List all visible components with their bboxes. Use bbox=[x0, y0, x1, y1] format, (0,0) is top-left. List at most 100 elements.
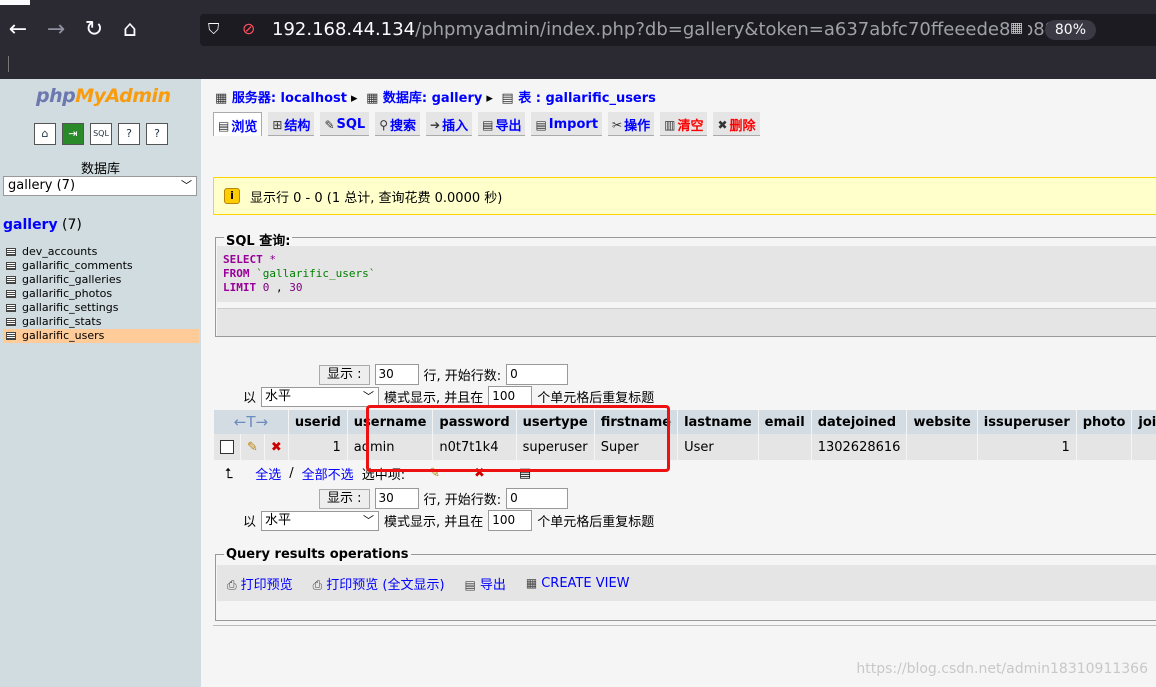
tab-label: Import bbox=[548, 117, 599, 132]
sql-query-box: SQL 查询: SELECT * FROM `gallarific_users`… bbox=[215, 230, 1156, 337]
column-header-email[interactable]: email bbox=[758, 410, 811, 434]
check-all-link[interactable]: 全选 bbox=[255, 464, 281, 483]
delete-row-icon[interactable]: ✖ bbox=[264, 434, 288, 460]
sidebar-table-item[interactable]: gallarific_stats bbox=[3, 315, 199, 329]
docs-icon[interactable]: ? bbox=[146, 123, 168, 145]
tab-插入[interactable]: ➔ 插入 bbox=[426, 112, 473, 136]
row-checkbox-cell bbox=[214, 434, 240, 460]
results-table: ←T→ userid username password usertype firstna… bbox=[213, 410, 1156, 460]
link-separator: / bbox=[289, 466, 294, 481]
url-bar[interactable]: ⛉ ⊘ 192.168.44.134/phpmyadmin/index.php?… bbox=[200, 14, 1156, 46]
sql-code[interactable]: SELECT * FROM `gallarific_users` LIMIT 0… bbox=[217, 246, 1156, 302]
column-header-photo[interactable]: photo bbox=[1076, 410, 1132, 434]
sql-query-icon[interactable]: SQL bbox=[90, 123, 112, 145]
tab-搜索[interactable]: ⚲ 搜索 bbox=[375, 112, 421, 136]
database-link[interactable]: gallery bbox=[3, 217, 58, 233]
main-content: ▦ 服务器: localhost ▸ ▦ 数据库: gallery ▸ ▤ 表 : … bbox=[201, 79, 1156, 687]
rows-input[interactable]: 30 bbox=[374, 364, 419, 385]
cell-issuperuser[interactable]: 1 bbox=[977, 434, 1076, 460]
cell-datejoined[interactable]: 1302628616 bbox=[811, 434, 907, 460]
column-header-joince[interactable]: joince bbox=[1132, 410, 1156, 434]
start-row-input[interactable]: 0 bbox=[506, 488, 569, 509]
phpmyadmin-logo[interactable]: phpMyAdmin bbox=[36, 85, 171, 107]
row-checkbox[interactable] bbox=[220, 440, 234, 454]
url-text[interactable]: 192.168.44.134/phpmyadmin/index.php?db=g… bbox=[272, 19, 1079, 40]
breadcrumb-table[interactable]: 表 : gallarific_users bbox=[518, 91, 656, 106]
column-header-issuperuser[interactable]: issuperuser bbox=[977, 410, 1076, 434]
table-icon bbox=[6, 276, 16, 284]
column-header-datejoined[interactable]: datejoined bbox=[811, 410, 907, 434]
show-button[interactable]: 显示 : bbox=[319, 364, 370, 385]
tab-清空[interactable]: ▥ 清空 bbox=[660, 112, 708, 136]
info-icon: i bbox=[224, 188, 240, 204]
breadcrumb: ▦ 服务器: localhost ▸ ▦ 数据库: gallery ▸ ▤ 表 : … bbox=[215, 87, 656, 106]
mode-select[interactable]: 水平 ﹀ bbox=[261, 386, 380, 407]
column-header-lastname[interactable]: lastname bbox=[678, 410, 758, 434]
uncheck-all-link[interactable]: 全部不选 bbox=[302, 464, 354, 483]
tab-icon: ⊞ bbox=[272, 117, 283, 132]
column-header-website[interactable]: website bbox=[907, 410, 977, 434]
sidebar-table-item[interactable]: dev_accounts bbox=[3, 245, 199, 259]
query-results-operations: Query results operations ⎙ 打印预览 ⎙ 打印预览 (全文… bbox=[215, 547, 1156, 621]
exit-icon[interactable]: ⇥ bbox=[62, 123, 84, 145]
shield-icon[interactable]: ⛉ bbox=[208, 20, 219, 38]
table-icon bbox=[6, 290, 16, 298]
mode-select[interactable]: 水平 ﹀ bbox=[261, 510, 380, 531]
start-row-input[interactable]: 0 bbox=[506, 364, 569, 385]
cell-email[interactable] bbox=[758, 434, 811, 460]
repeat-input[interactable]: 100 bbox=[488, 386, 533, 407]
tab-label: 插入 bbox=[442, 119, 469, 134]
reload-icon[interactable]: ↻ bbox=[80, 16, 108, 44]
cell-photo[interactable] bbox=[1076, 434, 1132, 460]
sidebar-table-label: dev_accounts bbox=[22, 245, 98, 258]
breadcrumb-separator: ▸ bbox=[351, 91, 358, 106]
home-icon[interactable]: ⌂ bbox=[116, 16, 144, 44]
home-icon[interactable]: ⌂ bbox=[34, 123, 56, 145]
sidebar-table-label: gallarific_stats bbox=[22, 315, 102, 328]
breadcrumb-database[interactable]: 数据库: gallery bbox=[383, 91, 482, 106]
tab-label: 清空 bbox=[677, 119, 704, 134]
show-button[interactable]: 显示 : bbox=[319, 488, 370, 509]
tab-icon: ✎ bbox=[324, 117, 335, 132]
qr-code-icon[interactable]: ▦ bbox=[1010, 20, 1028, 38]
back-icon[interactable]: ← bbox=[4, 16, 32, 44]
tab-删除[interactable]: ✖ 删除 bbox=[713, 112, 760, 136]
edit-row-icon[interactable]: ✎ bbox=[241, 434, 264, 460]
sidebar-table-item[interactable]: gallarific_settings bbox=[3, 301, 199, 315]
cell-website[interactable] bbox=[907, 434, 977, 460]
rows-input[interactable]: 30 bbox=[374, 488, 419, 509]
mode-label: 模式显示, 并且在 bbox=[384, 515, 484, 530]
print-full-link[interactable]: ⎙ 打印预览 (全文显示) bbox=[313, 574, 445, 593]
column-resize-arrows[interactable]: ←T→ bbox=[214, 410, 288, 434]
tab-import[interactable]: ▤ Import bbox=[531, 112, 603, 136]
tab-浏览[interactable]: ▤ 浏览 bbox=[213, 112, 263, 136]
tab-导出[interactable]: ▤ 导出 bbox=[478, 112, 526, 136]
database-select[interactable]: gallery (7) ﹀ bbox=[3, 176, 197, 196]
annotation-highlight-box bbox=[366, 405, 670, 472]
tab-sql[interactable]: ✎ SQL bbox=[320, 112, 370, 136]
sidebar-table-item[interactable]: gallarific_comments bbox=[3, 259, 199, 273]
forward-icon[interactable]: → bbox=[42, 16, 70, 44]
ops-legend: Query results operations bbox=[224, 547, 411, 562]
repeat-input[interactable]: 100 bbox=[488, 510, 533, 531]
divider bbox=[213, 625, 1156, 626]
sidebar-table-item[interactable]: gallarific_galleries bbox=[3, 273, 199, 287]
cell-joined[interactable] bbox=[1132, 434, 1156, 460]
create-view-link[interactable]: ▦ CREATE VIEW bbox=[526, 576, 630, 591]
export-link[interactable]: ▤ 导出 bbox=[465, 574, 506, 593]
zoom-level[interactable]: 80% bbox=[1044, 20, 1096, 40]
help-icon[interactable]: ? bbox=[118, 123, 140, 145]
breadcrumb-server[interactable]: 服务器: localhost bbox=[232, 91, 347, 106]
cell-lastname[interactable]: User bbox=[678, 434, 758, 460]
print-link[interactable]: ⎙ 打印预览 bbox=[227, 574, 293, 593]
insecure-lock-icon[interactable]: ⊘ bbox=[242, 19, 255, 38]
tab-操作[interactable]: ✂ 操作 bbox=[608, 112, 655, 136]
column-header-userid[interactable]: userid bbox=[288, 410, 347, 434]
cell-userid[interactable]: 1 bbox=[288, 434, 347, 460]
sidebar-table-item[interactable]: gallarific_users bbox=[3, 329, 199, 343]
table-header-row: ←T→ userid username password usertype firstna… bbox=[214, 410, 1156, 434]
tab-label: 搜索 bbox=[390, 119, 417, 134]
tab-结构[interactable]: ⊞ 结构 bbox=[268, 112, 315, 136]
sidebar-table-item[interactable]: gallarific_photos bbox=[3, 287, 199, 301]
tab-icon: ✂ bbox=[612, 117, 623, 132]
